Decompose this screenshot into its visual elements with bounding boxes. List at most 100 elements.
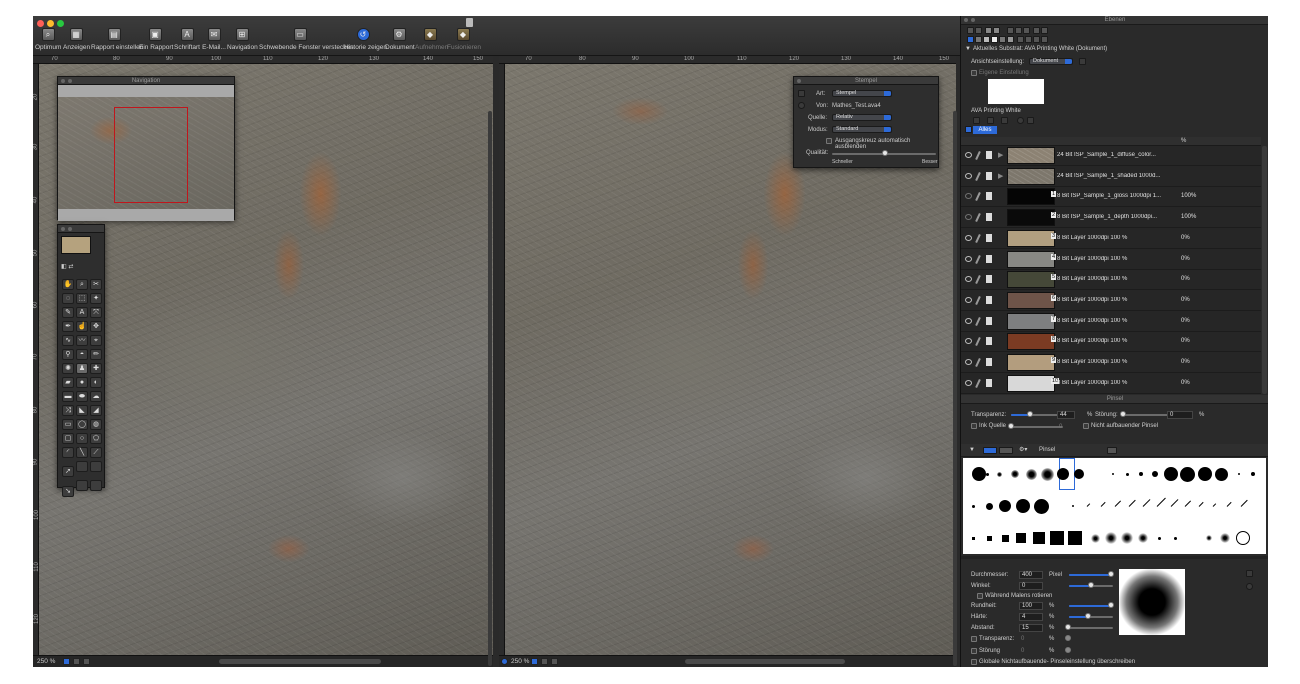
text-tool-icon[interactable]: A bbox=[76, 306, 88, 318]
eraser-tool-icon[interactable]: ▰ bbox=[62, 376, 74, 388]
vertical-scrollbar-left[interactable] bbox=[488, 111, 492, 666]
edit-brush-icon[interactable] bbox=[975, 295, 981, 305]
splitter[interactable] bbox=[961, 556, 1268, 559]
edit-brush-icon[interactable] bbox=[975, 254, 981, 264]
brush-preset[interactable] bbox=[1074, 469, 1084, 479]
layer-row[interactable]: 88 Bit Layer 1000dpi 100 % 0% bbox=[961, 332, 1261, 353]
brush-preset[interactable] bbox=[1198, 501, 1204, 507]
edit-brush-icon[interactable] bbox=[975, 275, 981, 285]
wave-tool-icon[interactable]: 〰 bbox=[76, 334, 88, 346]
horizontal-scrollbar-right[interactable] bbox=[685, 659, 845, 664]
swap-colors-icon[interactable]: ◧ ⇄ bbox=[61, 263, 73, 270]
brush-preset[interactable] bbox=[972, 467, 986, 481]
layer-tool-1-icon[interactable] bbox=[985, 27, 992, 34]
crop-tool-icon[interactable]: ✂ bbox=[90, 278, 102, 290]
layer-row[interactable]: 10 8 Bit Layer 1000dpi 100 % 0% bbox=[961, 374, 1261, 394]
vertical-scrollbar-right[interactable] bbox=[953, 111, 957, 666]
pin-tool-icon[interactable]: ⌖ bbox=[90, 334, 102, 346]
non-build-brush-checkbox[interactable] bbox=[1083, 423, 1089, 429]
hand-tool-icon[interactable]: ✋ bbox=[62, 278, 74, 290]
noise2-checkbox[interactable] bbox=[971, 648, 977, 654]
substrate-tool-3-icon[interactable] bbox=[1001, 117, 1008, 124]
noise-field[interactable]: 0 bbox=[1167, 411, 1193, 419]
edit-brush-icon[interactable] bbox=[975, 213, 981, 223]
substrate-tool-2-icon[interactable] bbox=[987, 117, 994, 124]
toolbar-hide-floating-button[interactable]: ▭ Schwebende Fenster verstecken bbox=[259, 28, 354, 54]
brush-preset[interactable] bbox=[1121, 532, 1133, 544]
blur-tool-icon[interactable]: ● bbox=[76, 376, 88, 388]
diameter-slider-knob[interactable] bbox=[1108, 571, 1114, 577]
measure-tool-icon[interactable]: ⟋ bbox=[90, 446, 102, 458]
own-setting-checkbox[interactable] bbox=[971, 70, 977, 76]
visibility-eye-icon[interactable] bbox=[965, 338, 972, 345]
brush-presets-grid[interactable] bbox=[963, 458, 1266, 554]
brush-preset[interactable] bbox=[1212, 503, 1217, 507]
line-tool-icon[interactable]: ╲ bbox=[76, 446, 88, 458]
brush-preset[interactable] bbox=[1139, 472, 1143, 476]
brush-preset[interactable] bbox=[1206, 535, 1212, 541]
minimize-window-button[interactable] bbox=[47, 20, 54, 27]
brush-preset[interactable] bbox=[985, 502, 993, 510]
layer-tool-7-icon[interactable] bbox=[1041, 27, 1048, 34]
noise-slider-knob[interactable] bbox=[1120, 411, 1126, 417]
layer-mode-1-icon[interactable] bbox=[967, 36, 974, 43]
visibility-eye-icon[interactable] bbox=[965, 317, 972, 324]
edit-brush-icon[interactable] bbox=[975, 337, 981, 347]
pencil-tool-icon[interactable]: ✏ bbox=[90, 348, 102, 360]
layer-mode-7-icon[interactable] bbox=[1017, 36, 1024, 43]
angle-field[interactable]: 0 bbox=[1019, 582, 1043, 590]
nav-forward-icon[interactable] bbox=[975, 27, 982, 34]
visibility-eye-icon[interactable] bbox=[965, 276, 972, 283]
layer-tool-5-icon[interactable] bbox=[1023, 27, 1030, 34]
layer-mode-2-icon[interactable] bbox=[975, 36, 982, 43]
brush-preset[interactable] bbox=[1238, 473, 1240, 475]
quelle-select[interactable]: Relativ bbox=[832, 114, 892, 121]
view-setting-select[interactable]: Dokument bbox=[1029, 58, 1073, 65]
brush-preset[interactable] bbox=[1236, 531, 1250, 545]
layer-row[interactable]: ▶ 24 Bit ISP_Sample_1_diffuse_color... bbox=[961, 146, 1261, 166]
ink-source-slider[interactable] bbox=[1011, 426, 1063, 428]
brush-preset[interactable] bbox=[1016, 533, 1026, 543]
hardness-field[interactable]: 4 bbox=[1019, 613, 1043, 621]
dodge-tool-icon[interactable]: ◐ bbox=[90, 376, 102, 388]
zoom-tool-icon[interactable]: ⌕ bbox=[76, 278, 88, 290]
toolbar-record-button[interactable]: ◆ Aufnehmen bbox=[415, 28, 448, 54]
layer-mode-4-icon[interactable] bbox=[991, 36, 998, 43]
spray-tool-icon[interactable]: ✺ bbox=[62, 362, 74, 374]
hardness-slider-knob[interactable] bbox=[1085, 613, 1091, 619]
circle-tool-icon[interactable]: ○ bbox=[76, 432, 88, 444]
brush-preset[interactable] bbox=[1001, 534, 1009, 542]
visibility-eye-icon[interactable] bbox=[965, 152, 972, 158]
close-panel-button[interactable] bbox=[61, 79, 65, 83]
navigation-viewport-rect[interactable] bbox=[114, 107, 188, 203]
visibility-eye-icon[interactable] bbox=[965, 359, 972, 365]
layer-tool-4-icon[interactable] bbox=[1015, 27, 1022, 34]
heal-tool-icon[interactable]: ✚ bbox=[90, 362, 102, 374]
substrate-tool-1-icon[interactable] bbox=[973, 117, 980, 124]
layer-row[interactable]: 78 Bit Layer 1000dpi 100 % 0% bbox=[961, 312, 1261, 332]
brush-tool-icon[interactable]: ✎ bbox=[62, 306, 74, 318]
stamp-tool-icon[interactable]: ♟ bbox=[76, 362, 88, 374]
noise2-slider-knob[interactable] bbox=[1065, 647, 1071, 653]
layer-row[interactable]: 18 Bit ISP_Sample_1_gloss 1000dpi 1... 10… bbox=[961, 187, 1261, 208]
polygon-tool-icon[interactable]: ⬠ bbox=[90, 432, 102, 444]
brush-preset[interactable] bbox=[1251, 472, 1255, 476]
visibility-eye-icon[interactable] bbox=[965, 234, 972, 241]
rounded-rect-tool-icon[interactable]: ▢ bbox=[62, 432, 74, 444]
brush-preset[interactable] bbox=[1226, 501, 1232, 507]
layer-row[interactable]: 28 Bit ISP_Sample_1_depth 1000dpi... 100% bbox=[961, 208, 1261, 229]
transparency-slider-knob[interactable] bbox=[1027, 411, 1033, 417]
tab-add-icon[interactable] bbox=[965, 126, 972, 133]
brush-preset[interactable] bbox=[1114, 500, 1122, 507]
pen-tool-icon[interactable]: ✒ bbox=[62, 320, 74, 332]
rect-shape-tool-icon[interactable]: ▬ bbox=[62, 390, 74, 402]
brush-preset[interactable] bbox=[999, 500, 1011, 512]
spacing-slider-knob[interactable] bbox=[1065, 624, 1071, 630]
close-panel-button[interactable] bbox=[964, 18, 968, 22]
brush-settings-gear-icon[interactable]: ⚙▾ bbox=[1019, 446, 1027, 453]
brush-preset[interactable] bbox=[1164, 467, 1178, 481]
layer-row[interactable]: 48 Bit Layer 1000dpi 100 % 0% bbox=[961, 250, 1261, 270]
visibility-eye-icon[interactable] bbox=[965, 172, 972, 179]
foreground-color-swatch[interactable] bbox=[61, 236, 91, 254]
roundness-slider-knob[interactable] bbox=[1108, 602, 1114, 608]
